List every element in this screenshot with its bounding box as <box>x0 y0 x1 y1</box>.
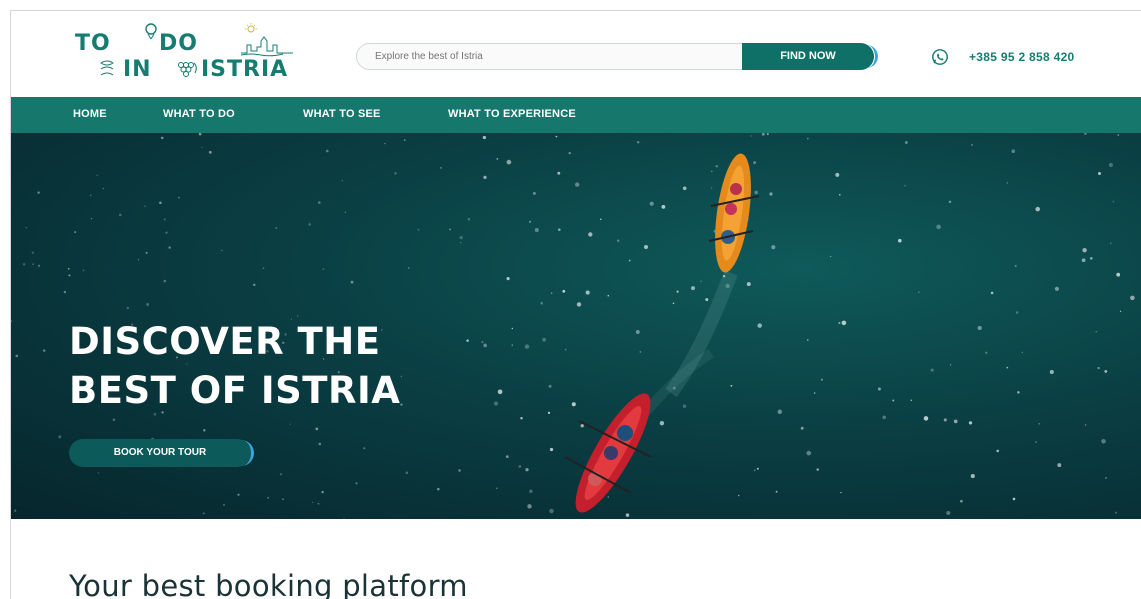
red-kayak-image <box>564 393 652 513</box>
find-now-button[interactable]: FIND NOW <box>742 43 878 70</box>
main-nav: HOME WHAT TO DO WHAT TO SEE WHAT TO EXPE… <box>11 97 1141 133</box>
site-logo[interactable]: TO DO IN ISTRIA <box>71 23 321 87</box>
nav-item-what-to-experience[interactable]: WHAT TO EXPERIENCE <box>448 108 576 120</box>
nav-item-what-to-do[interactable]: WHAT TO DO <box>163 108 235 120</box>
whatsapp-icon <box>932 49 948 65</box>
book-your-tour-button[interactable]: BOOK YOUR TOUR <box>69 439 254 467</box>
site-header: TO DO IN ISTRIA FIND NOW +385 95 2 858 4… <box>11 11 1141 97</box>
logo-text-do: DO <box>159 31 198 56</box>
nav-item-what-to-see[interactable]: WHAT TO SEE <box>303 108 381 120</box>
logo-text-istria: ISTRIA <box>201 57 289 82</box>
logo-text-in: IN <box>123 57 152 82</box>
nav-item-home[interactable]: HOME <box>73 108 107 120</box>
section-heading: Your best booking platform <box>69 569 468 599</box>
phone-contact[interactable]: +385 95 2 858 420 <box>931 47 1075 67</box>
search-bar: FIND NOW <box>356 43 878 70</box>
logo-text-to: TO <box>75 31 111 56</box>
hero-heading-line-2: BEST OF ISTRIA <box>69 369 401 412</box>
search-input[interactable] <box>356 43 756 70</box>
hero-heading-line-1: DISCOVER THE <box>69 320 381 363</box>
hero-heading: DISCOVER THE BEST OF ISTRIA <box>69 317 400 415</box>
orange-kayak-image <box>708 153 760 273</box>
phone-number: +385 95 2 858 420 <box>969 50 1075 64</box>
page-frame: TO DO IN ISTRIA FIND NOW +385 95 2 858 4… <box>10 10 1141 599</box>
hero-banner: DISCOVER THE BEST OF ISTRIA BOOK YOUR TO… <box>11 133 1141 519</box>
